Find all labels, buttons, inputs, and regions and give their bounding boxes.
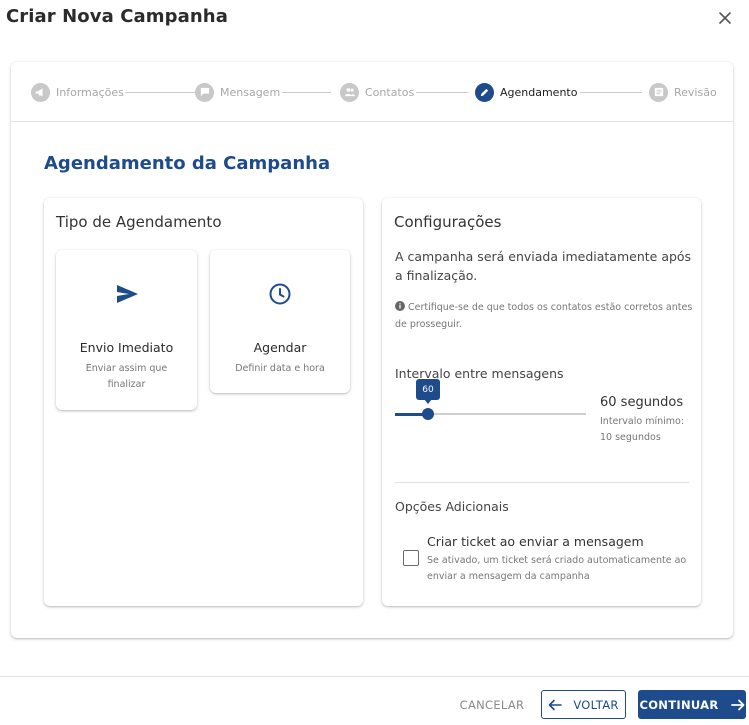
- ticket-checkbox-desc: Se ativado, um ticket será criado automa…: [427, 555, 687, 582]
- step-connector: [580, 92, 642, 93]
- schedule-type-panel: Tipo de Agendamento Envio Imediato Envia…: [44, 198, 363, 606]
- footer-divider: [0, 676, 749, 677]
- panel-title: Configurações: [394, 213, 502, 231]
- step-agendamento[interactable]: Agendamento: [475, 82, 577, 102]
- continue-button[interactable]: CONTINUAR: [638, 690, 746, 719]
- step-connector: [125, 92, 195, 93]
- back-button[interactable]: VOLTAR: [541, 690, 626, 719]
- option-desc: Definir data e hora: [235, 363, 325, 374]
- wizard-card: Informações Mensagem Contatos Agendament…: [11, 62, 733, 638]
- panel-title: Tipo de Agendamento: [56, 213, 222, 231]
- step-label: Revisão: [674, 85, 717, 99]
- info-icon: [395, 301, 405, 317]
- step-contatos[interactable]: Contatos: [340, 82, 414, 102]
- option-title: Agendar: [253, 340, 307, 355]
- step-label: Contatos: [365, 85, 415, 99]
- option-desc: Enviar assim que finalizar: [85, 363, 168, 390]
- megaphone-icon: [31, 82, 50, 102]
- config-panel: Configurações A campanha será enviada im…: [382, 198, 701, 606]
- cancel-label: CANCELAR: [459, 697, 525, 712]
- send-icon: [114, 281, 140, 307]
- divider: [395, 482, 689, 483]
- step-label: Informações: [56, 85, 124, 99]
- step-label: Mensagem: [220, 85, 281, 99]
- step-informacoes[interactable]: Informações: [31, 82, 124, 102]
- back-label: VOLTAR: [573, 697, 619, 712]
- dialog-header: Criar Nova Campanha: [0, 0, 749, 38]
- extra-options-title: Opções Adicionais: [395, 499, 509, 514]
- interval-slider[interactable]: 60: [395, 379, 586, 420]
- stepper: Informações Mensagem Contatos Agendament…: [11, 62, 733, 122]
- arrow-right-icon: [730, 699, 745, 711]
- slider-value-tooltip: 60: [416, 379, 440, 404]
- people-icon: [340, 82, 359, 102]
- section-title: Agendamento da Campanha: [44, 153, 331, 174]
- clock-icon: [267, 281, 293, 307]
- dialog-title: Criar Nova Campanha: [6, 6, 228, 27]
- hint-text: Certifique-se de que todos os contatos e…: [395, 302, 693, 330]
- step-connector: [416, 92, 468, 93]
- step-label: Agendamento: [500, 85, 578, 99]
- interval-value: 60 segundos: [600, 395, 684, 410]
- ticket-checkbox[interactable]: [403, 550, 419, 566]
- interval-min: Intervalo mínimo: 10 segundos: [600, 416, 685, 443]
- option-send-now[interactable]: Envio Imediato Enviar assim que finaliza…: [56, 250, 197, 410]
- message-icon: [195, 82, 214, 102]
- step-revisao[interactable]: Revisão: [649, 82, 717, 102]
- list-icon: [649, 82, 668, 102]
- cancel-button[interactable]: CANCELAR: [452, 690, 532, 719]
- step-mensagem[interactable]: Mensagem: [195, 82, 280, 102]
- slider-thumb[interactable]: [422, 408, 434, 420]
- close-icon[interactable]: [715, 8, 735, 28]
- config-hint: Certifique-se de que todos os contatos e…: [395, 300, 695, 333]
- arrow-left-icon: [548, 699, 563, 711]
- option-title: Envio Imediato: [79, 340, 174, 355]
- continue-label: CONTINUAR: [639, 697, 719, 712]
- config-text: A campanha será enviada imediatamente ap…: [395, 249, 692, 283]
- option-schedule[interactable]: Agendar Definir data e hora: [210, 250, 350, 393]
- ticket-checkbox-label[interactable]: Criar ticket ao enviar a mensagem: [427, 534, 644, 549]
- step-connector: [282, 92, 331, 93]
- pencil-icon: [475, 82, 494, 102]
